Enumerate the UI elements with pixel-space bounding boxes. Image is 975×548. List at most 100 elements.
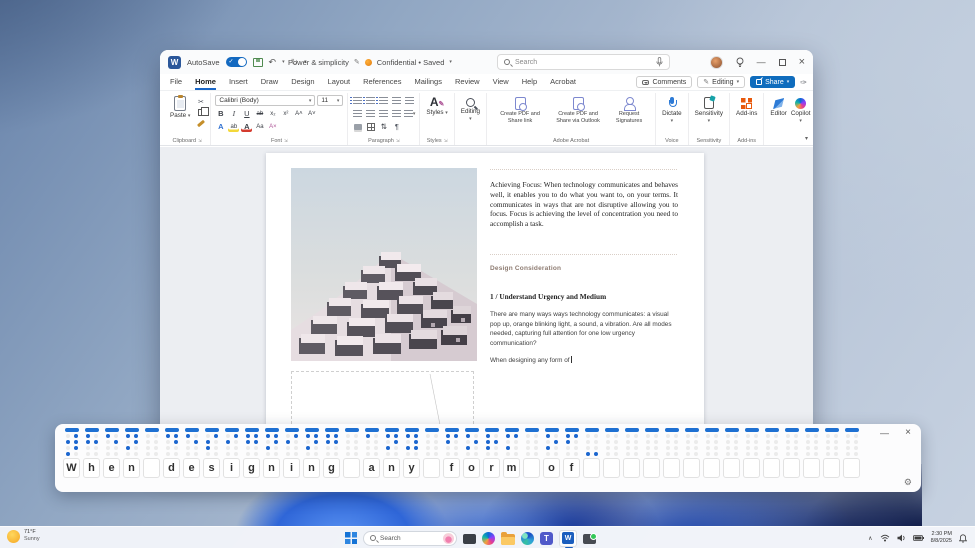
teams-app-icon[interactable]: T xyxy=(540,532,553,545)
braille-routing-bar[interactable] xyxy=(265,428,279,432)
notification-bell-icon[interactable] xyxy=(959,534,967,543)
volume-icon[interactable] xyxy=(897,534,906,542)
font-color-button[interactable]: A xyxy=(241,121,252,132)
pen-nib-icon[interactable]: ✑ xyxy=(800,78,807,87)
battery-icon[interactable] xyxy=(913,535,924,541)
text-effects-button[interactable]: A xyxy=(215,121,226,132)
increase-indent-button[interactable] xyxy=(404,95,415,106)
tab-insert[interactable]: Insert xyxy=(229,77,248,90)
heading-design-consideration[interactable]: Design Consideration xyxy=(490,265,561,272)
document-page[interactable]: Achieving Focus: When technology communi… xyxy=(266,153,704,464)
tab-mailings[interactable]: Mailings xyxy=(414,77,442,90)
braille-routing-bar[interactable] xyxy=(705,428,719,432)
braille-routing-bar[interactable] xyxy=(285,428,299,432)
italic-button[interactable]: I xyxy=(228,108,239,119)
sort-button[interactable]: ⇅ xyxy=(378,121,389,132)
align-center-button[interactable] xyxy=(365,108,376,119)
braille-routing-bar[interactable] xyxy=(345,428,359,432)
align-right-button[interactable] xyxy=(378,108,389,119)
undo-dropdown-icon[interactable]: ▾ xyxy=(282,59,285,65)
share-button[interactable]: Share ▾ xyxy=(750,76,795,88)
braille-routing-bar[interactable] xyxy=(365,428,379,432)
braille-routing-bar[interactable] xyxy=(525,428,539,432)
braille-routing-bar[interactable] xyxy=(785,428,799,432)
braille-routing-bar[interactable] xyxy=(825,428,839,432)
editor-button[interactable]: Editor xyxy=(768,94,788,126)
braille-routing-bar[interactable] xyxy=(545,428,559,432)
clear-formatting-button[interactable]: A× xyxy=(267,121,278,132)
copy-icon[interactable] xyxy=(195,108,206,117)
user-avatar[interactable] xyxy=(710,56,723,69)
braille-routing-bar[interactable] xyxy=(65,428,79,432)
create-pdf-share-link-button[interactable]: Create PDF and Share link xyxy=(491,94,549,127)
braille-routing-bar[interactable] xyxy=(505,428,519,432)
braille-routing-bar[interactable] xyxy=(125,428,139,432)
close-button[interactable]: × xyxy=(799,57,805,68)
braille-routing-bar[interactable] xyxy=(165,428,179,432)
braille-routing-bar[interactable] xyxy=(765,428,779,432)
shading-button[interactable] xyxy=(352,121,363,132)
braille-routing-bar[interactable] xyxy=(245,428,259,432)
status-dropdown-icon[interactable]: ▾ xyxy=(449,59,452,65)
tab-layout[interactable]: Layout xyxy=(328,77,351,90)
justify-button[interactable] xyxy=(391,108,402,119)
superscript-button[interactable]: x² xyxy=(280,108,291,119)
tab-home[interactable]: Home xyxy=(195,77,216,90)
tab-view[interactable]: View xyxy=(493,77,509,90)
request-signatures-button[interactable]: Request Signatures xyxy=(607,94,651,127)
braille-routing-bar[interactable] xyxy=(185,428,199,432)
copilot-button[interactable]: Copilot ▾ xyxy=(789,94,813,126)
editing-button[interactable]: Editing ▾ xyxy=(459,94,482,124)
save-icon[interactable] xyxy=(253,58,263,67)
braille-routing-bar[interactable] xyxy=(425,428,439,432)
building-photo[interactable] xyxy=(291,168,477,361)
braille-routing-bar[interactable] xyxy=(605,428,619,432)
braille-close-button[interactable]: × xyxy=(905,427,911,438)
word-search-box[interactable]: Search xyxy=(497,54,670,70)
comments-button[interactable]: Comments xyxy=(636,76,692,88)
display-app-icon[interactable] xyxy=(583,534,596,544)
grow-font-button[interactable]: A˄ xyxy=(293,108,304,119)
numbering-button[interactable] xyxy=(365,95,376,106)
multilevel-list-button[interactable] xyxy=(378,95,389,106)
paragraph-when-designing[interactable]: When designing any form of xyxy=(490,356,572,364)
collapse-ribbon-icon[interactable]: ▾ xyxy=(805,135,808,142)
document-status[interactable]: Confidential • Saved xyxy=(377,58,445,67)
font-name-combo[interactable]: Calibri (Body)▾ xyxy=(215,95,315,106)
bold-button[interactable]: B xyxy=(215,108,226,119)
paragraph-achieving-focus[interactable]: Achieving Focus: When technology communi… xyxy=(490,180,678,229)
format-painter-icon[interactable] xyxy=(195,119,206,128)
styles-button[interactable]: A✎ Styles ▾ xyxy=(424,94,449,118)
change-case-button[interactable]: Aa xyxy=(254,121,265,132)
clock[interactable]: 2:30 PM 8/8/2025 xyxy=(931,531,952,545)
braille-routing-bar[interactable] xyxy=(465,428,479,432)
dictate-button[interactable]: Dictate ▾ xyxy=(660,94,684,126)
braille-routing-bar[interactable] xyxy=(225,428,239,432)
shrink-font-button[interactable]: A˅ xyxy=(306,108,317,119)
cut-icon[interactable]: ✂ xyxy=(195,97,206,106)
braille-routing-bar[interactable] xyxy=(565,428,579,432)
edge-app-icon[interactable] xyxy=(521,532,534,545)
tab-help[interactable]: Help xyxy=(522,77,537,90)
tab-review[interactable]: Review xyxy=(455,77,480,90)
strikethrough-button[interactable]: ab xyxy=(254,108,265,119)
braille-routing-bar[interactable] xyxy=(325,428,339,432)
tab-draw[interactable]: Draw xyxy=(261,77,279,90)
sensitivity-button[interactable]: Sensitivity ▾ xyxy=(693,94,725,126)
create-pdf-share-outlook-button[interactable]: Create PDF and Share via Outlook xyxy=(549,94,607,127)
braille-routing-bar[interactable] xyxy=(105,428,119,432)
braille-routing-bar[interactable] xyxy=(745,428,759,432)
decrease-indent-button[interactable] xyxy=(391,95,402,106)
braille-routing-bar[interactable] xyxy=(485,428,499,432)
tab-design[interactable]: Design xyxy=(291,77,314,90)
font-size-combo[interactable]: 11▾ xyxy=(317,95,343,106)
tab-references[interactable]: References xyxy=(363,77,401,90)
undo-icon[interactable]: ↶ xyxy=(269,58,277,67)
braille-routing-bar[interactable] xyxy=(805,428,819,432)
braille-routing-bar[interactable] xyxy=(585,428,599,432)
braille-routing-bar[interactable] xyxy=(445,428,459,432)
addins-button[interactable]: Add-ins xyxy=(734,94,759,119)
taskbar-search-box[interactable]: Search xyxy=(363,531,457,546)
align-left-button[interactable] xyxy=(352,108,363,119)
hidden-icons-chevron[interactable]: ∧ xyxy=(868,535,872,542)
